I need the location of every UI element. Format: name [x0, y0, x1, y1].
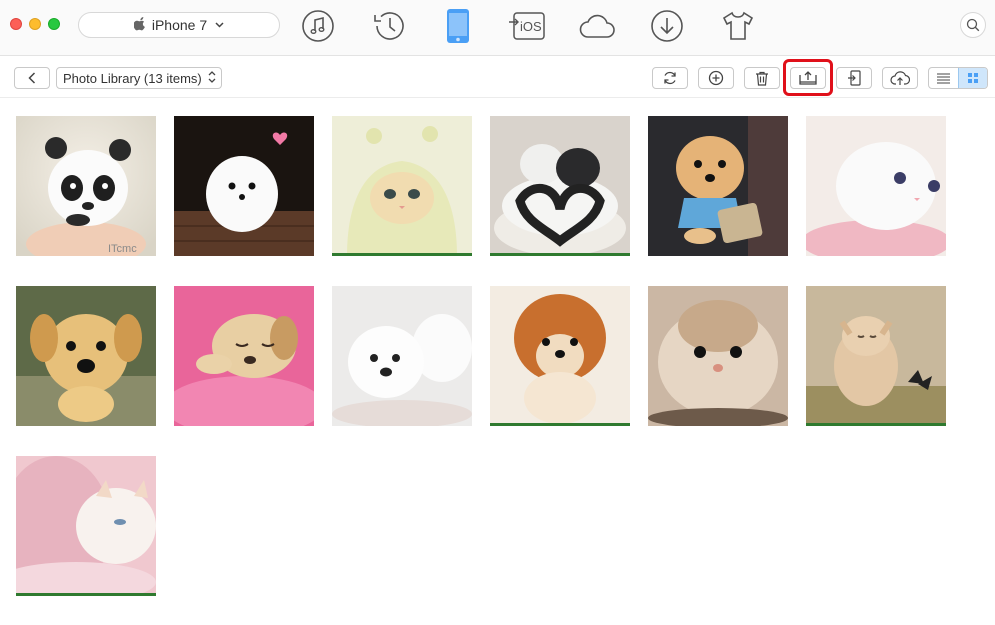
window-minimize-button[interactable] — [29, 18, 41, 30]
tshirt-icon[interactable] — [718, 6, 758, 46]
add-button[interactable] — [698, 67, 734, 89]
grid-view-icon — [967, 73, 978, 83]
list-view-icon — [936, 73, 950, 83]
back-icon — [28, 72, 36, 84]
export-to-computer-icon — [799, 71, 817, 85]
download-icon[interactable] — [647, 6, 687, 46]
export-to-computer-button[interactable] — [790, 67, 826, 89]
photo-thumbnail[interactable] — [806, 116, 946, 256]
device-selector[interactable]: iPhone 7 — [78, 12, 280, 38]
device-name: iPhone 7 — [151, 17, 208, 33]
delete-button[interactable] — [744, 67, 780, 89]
photo-thumbnail[interactable] — [490, 116, 630, 256]
history-icon[interactable] — [369, 6, 409, 46]
photo-thumbnail[interactable] — [806, 286, 946, 426]
search-button[interactable] — [960, 12, 986, 38]
photo-thumbnail[interactable] — [332, 286, 472, 426]
list-view-button[interactable] — [929, 68, 958, 88]
delete-icon — [756, 71, 768, 86]
photo-thumbnail[interactable] — [648, 116, 788, 256]
view-mode-toggle — [928, 67, 988, 89]
window-maximize-button[interactable] — [48, 18, 60, 30]
photo-thumbnail[interactable] — [16, 456, 156, 596]
title-bar: iPhone 7 iOS — [0, 0, 995, 56]
library-label: Photo Library (13 items) — [63, 70, 202, 86]
up-down-arrows-icon — [208, 70, 216, 84]
photo-thumbnail[interactable] — [648, 286, 788, 426]
photo-thumbnail[interactable] — [332, 116, 472, 256]
iphone-icon[interactable] — [438, 6, 478, 46]
upload-to-cloud-button[interactable] — [882, 67, 918, 89]
cloud-icon[interactable] — [577, 6, 617, 46]
chevron-down-icon — [215, 20, 224, 31]
refresh-button[interactable] — [652, 67, 688, 89]
photo-thumbnail[interactable] — [490, 286, 630, 426]
photo-thumbnail[interactable]: ITcmc — [16, 116, 156, 256]
music-icon[interactable] — [298, 6, 338, 46]
grid-view-button[interactable] — [957, 68, 987, 88]
photo-watermark: ITcmc — [108, 243, 137, 255]
apple-logo-icon — [133, 16, 146, 34]
content-toolbar: Photo Library (13 items) — [0, 57, 995, 98]
send-to-device-icon — [848, 70, 861, 86]
svg-text:iOS: iOS — [520, 19, 542, 34]
add-icon — [708, 70, 724, 86]
photo-thumbnail[interactable] — [174, 116, 314, 256]
to-ios-icon[interactable]: iOS — [507, 6, 547, 46]
search-icon — [966, 18, 980, 32]
back-button[interactable] — [14, 67, 50, 89]
window-close-button[interactable] — [10, 18, 22, 30]
refresh-icon — [664, 71, 676, 85]
send-to-device-button[interactable] — [836, 67, 872, 89]
library-selector[interactable]: Photo Library (13 items) — [56, 67, 222, 89]
photo-thumbnail[interactable] — [174, 286, 314, 426]
photo-thumbnail[interactable] — [16, 286, 156, 426]
upload-cloud-icon — [890, 70, 910, 85]
